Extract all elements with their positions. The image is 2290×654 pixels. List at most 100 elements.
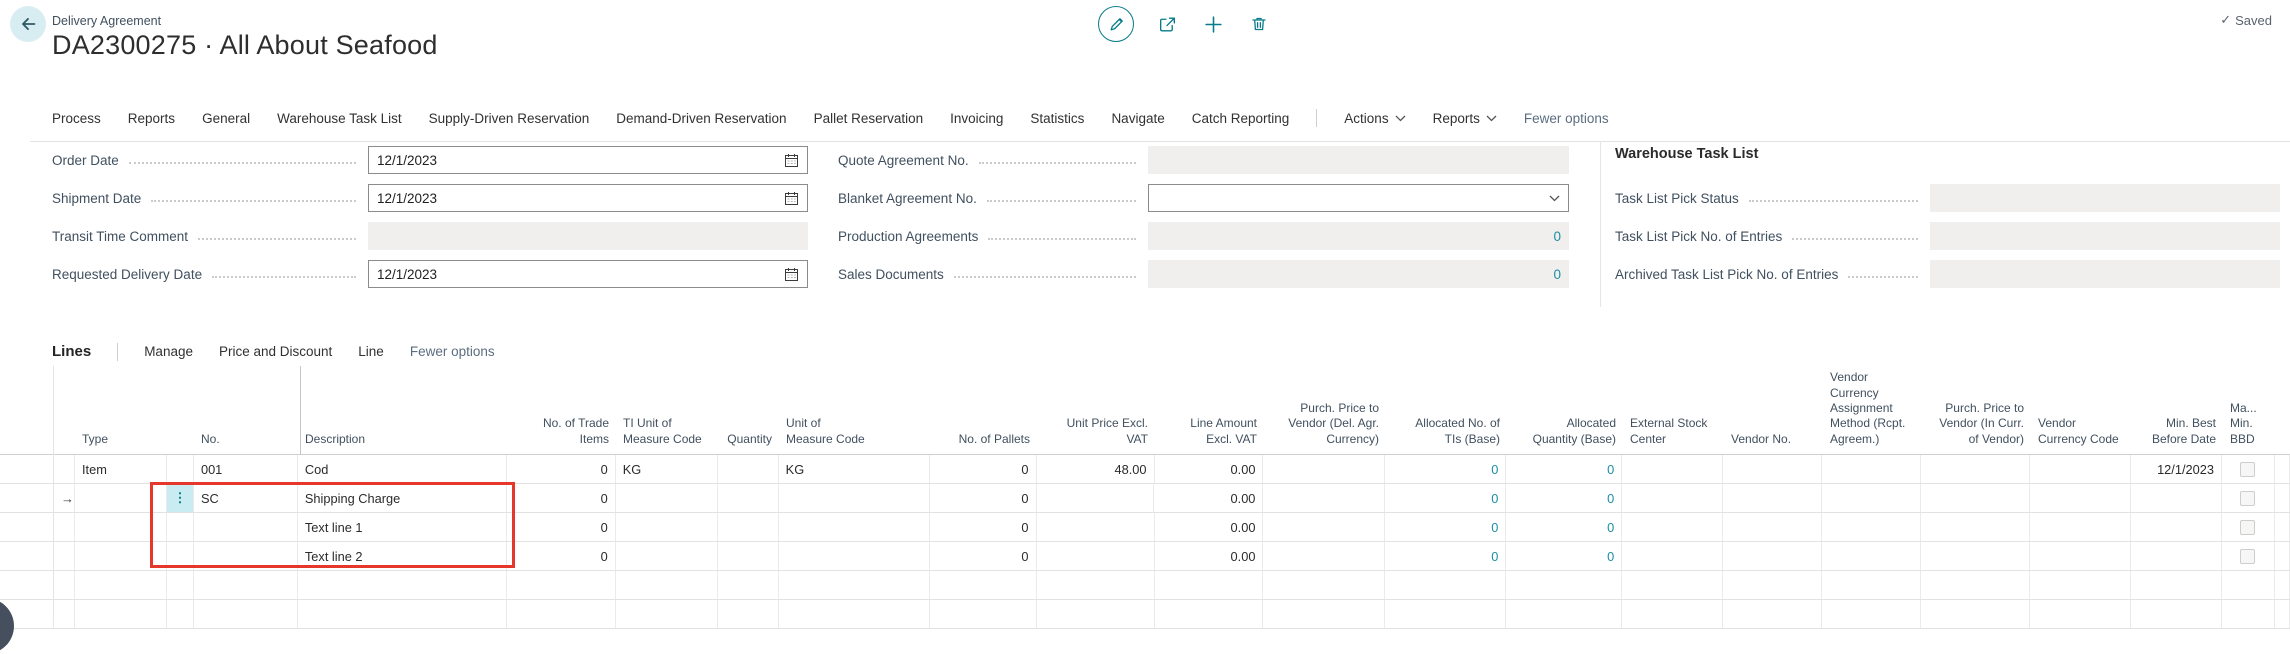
cell-uom[interactable]: KG — [779, 455, 930, 483]
cell-ext_stock[interactable] — [1622, 484, 1723, 512]
cell-purch_price_del[interactable] — [1263, 513, 1385, 541]
cell-min_bbd[interactable] — [2131, 484, 2222, 512]
cell-ti_uom[interactable] — [616, 542, 718, 570]
calendar-icon[interactable] — [784, 267, 799, 282]
ribbon-dropdown-reports[interactable]: Reports — [1433, 111, 1497, 126]
ribbon-item-supply-driven-reservation[interactable]: Supply-Driven Reservation — [429, 111, 590, 126]
ribbon-dropdown-actions[interactable]: Actions — [1344, 111, 1405, 126]
ribbon-item-process[interactable]: Process — [52, 111, 101, 126]
cell-trade_items[interactable]: 0 — [507, 484, 616, 512]
cell-quantity[interactable] — [718, 484, 779, 512]
cell-vendor_curr_code[interactable] — [2030, 513, 2131, 541]
column-header-trade_items[interactable]: No. of Trade Items — [507, 366, 616, 454]
cell-max_min_bbd[interactable] — [2222, 513, 2275, 541]
cell-unit_price[interactable] — [1037, 513, 1155, 541]
cell-purch_price_vendor[interactable] — [1921, 542, 2030, 570]
cell-alloc_tis[interactable]: 0 — [1385, 484, 1506, 512]
cell-alloc_tis[interactable]: 0 — [1385, 513, 1506, 541]
cell-line_amount[interactable]: 0.00 — [1155, 513, 1264, 541]
delete-button[interactable] — [1246, 11, 1272, 37]
drilldown-link[interactable]: 0 — [1607, 549, 1614, 564]
cell-quantity[interactable] — [718, 542, 779, 570]
cell-purch_price_vendor[interactable] — [1921, 513, 2030, 541]
edit-button[interactable] — [1098, 6, 1134, 42]
cell-quantity[interactable] — [718, 455, 779, 483]
ribbon-fewer-options[interactable]: Fewer options — [1524, 111, 1609, 126]
cell-vendor_no[interactable] — [1723, 455, 1822, 483]
cell-uom[interactable] — [779, 484, 930, 512]
cell-type[interactable] — [75, 542, 167, 570]
ribbon-item-demand-driven-reservation[interactable]: Demand-Driven Reservation — [616, 111, 786, 126]
cell-alloc_qty[interactable]: 0 — [1506, 484, 1622, 512]
drilldown-link[interactable]: 0 — [1491, 549, 1498, 564]
cell-ext_stock[interactable] — [1622, 542, 1723, 570]
column-header-quantity[interactable]: Quantity — [718, 366, 779, 454]
column-header-purch_price_vendor[interactable]: Purch. Price to Vendor (In Curr. of Vend… — [1922, 366, 2031, 454]
row-checkbox[interactable] — [2240, 462, 2255, 477]
cell-vendor_curr_code[interactable] — [2030, 542, 2131, 570]
cell-indicator[interactable] — [53, 542, 75, 570]
cell-max_min_bbd[interactable] — [2222, 542, 2275, 570]
cell-vendor_curr_method[interactable] — [1822, 455, 1921, 483]
column-header-vendor_no[interactable]: Vendor No. — [1724, 366, 1823, 454]
field-input-blanket-agreement-no[interactable] — [1148, 184, 1569, 212]
cell-alloc_tis[interactable]: 0 — [1385, 542, 1506, 570]
column-header-description[interactable]: Description — [298, 366, 507, 454]
row-actions-menu-icon[interactable]: ⋮ — [173, 490, 186, 506]
cell-alloc_tis[interactable]: 0 — [1385, 455, 1506, 483]
row-checkbox[interactable] — [2240, 549, 2255, 564]
lines-menu-price-and-discount[interactable]: Price and Discount — [219, 344, 332, 359]
cell-pallets[interactable]: 0 — [930, 542, 1037, 570]
cell-vendor_no[interactable] — [1723, 484, 1822, 512]
cell-ti_uom[interactable] — [616, 513, 718, 541]
cell-menu[interactable]: ⋮ — [167, 484, 194, 512]
column-header-ti_uom[interactable]: TI Unit of Measure Code — [616, 366, 718, 454]
cell-ext_stock[interactable] — [1622, 513, 1723, 541]
column-header-alloc_qty[interactable]: Allocated Quantity (Base) — [1507, 366, 1623, 454]
drilldown-link[interactable]: 0 — [1607, 491, 1614, 506]
calendar-icon[interactable] — [784, 191, 799, 206]
chevron-down-icon[interactable] — [1549, 195, 1560, 202]
cell-type[interactable] — [75, 484, 167, 512]
ribbon-item-statistics[interactable]: Statistics — [1030, 111, 1084, 126]
lines-fewer-options[interactable]: Fewer options — [410, 344, 495, 359]
cell-max_min_bbd[interactable] — [2222, 484, 2275, 512]
cell-line_amount[interactable]: 0.00 — [1154, 484, 1263, 512]
column-header-no[interactable]: No. — [194, 366, 298, 454]
cell-unit_price[interactable] — [1037, 484, 1155, 512]
cell-alloc_qty[interactable]: 0 — [1506, 455, 1622, 483]
cell-alloc_qty[interactable]: 0 — [1506, 542, 1622, 570]
column-header-min_bbd[interactable]: Min. Best Before Date — [2132, 366, 2223, 454]
row-checkbox[interactable] — [2240, 491, 2255, 506]
cell-ti_uom[interactable]: KG — [616, 455, 718, 483]
cell-indicator[interactable]: → — [53, 484, 75, 512]
drilldown-link[interactable]: 0 — [1607, 462, 1614, 477]
column-header-unit_price[interactable]: Unit Price Excl. VAT — [1037, 366, 1155, 454]
column-header-pallets[interactable]: No. of Pallets — [930, 366, 1037, 454]
cell-pallets[interactable]: 0 — [930, 513, 1037, 541]
cell-type[interactable] — [75, 513, 167, 541]
cell-purch_price_del[interactable] — [1263, 484, 1385, 512]
cell-description[interactable]: Shipping Charge — [298, 484, 507, 512]
cell-min_bbd[interactable] — [2131, 513, 2222, 541]
cell-purch_price_del[interactable] — [1263, 542, 1385, 570]
field-input-production-agreements[interactable]: 0 — [1148, 222, 1569, 250]
drilldown-link[interactable]: 0 — [1491, 462, 1498, 477]
cell-trade_items[interactable]: 0 — [507, 542, 616, 570]
cell-vendor_curr_method[interactable] — [1822, 542, 1921, 570]
column-header-line_amount[interactable]: Line Amount Excl. VAT — [1155, 366, 1264, 454]
cell-no[interactable] — [194, 513, 298, 541]
row-checkbox[interactable] — [2240, 520, 2255, 535]
ribbon-item-catch-reporting[interactable]: Catch Reporting — [1192, 111, 1290, 126]
drilldown-link[interactable]: 0 — [1607, 520, 1614, 535]
ribbon-item-warehouse-task-list[interactable]: Warehouse Task List — [277, 111, 402, 126]
cell-quantity[interactable] — [718, 513, 779, 541]
cell-trade_items[interactable]: 0 — [507, 513, 616, 541]
cell-vendor_curr_method[interactable] — [1822, 484, 1921, 512]
cell-unit_price[interactable]: 48.00 — [1037, 455, 1155, 483]
cell-alloc_qty[interactable]: 0 — [1506, 513, 1622, 541]
new-button[interactable] — [1200, 11, 1226, 37]
cell-description[interactable]: Cod — [298, 455, 507, 483]
field-input-shipment-date[interactable]: 12/1/2023 — [368, 184, 808, 212]
cell-menu[interactable] — [167, 542, 194, 570]
